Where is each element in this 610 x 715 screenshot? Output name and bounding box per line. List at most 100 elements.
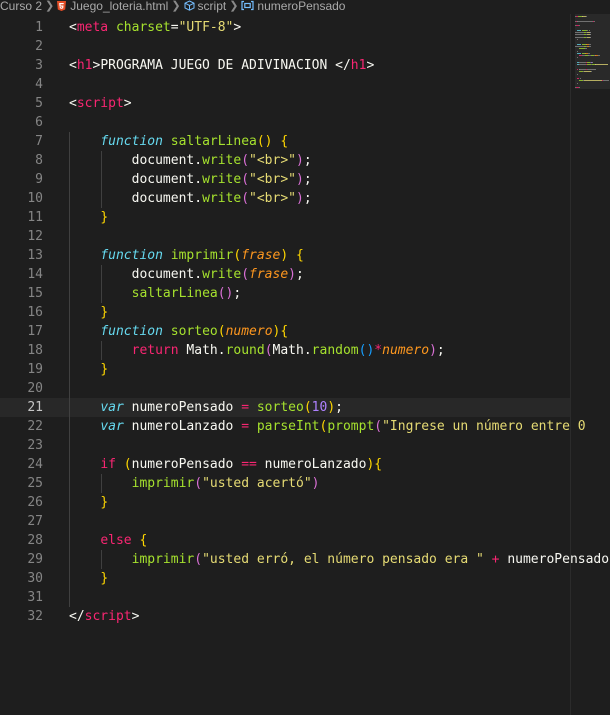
code-line[interactable]: 23	[0, 436, 570, 455]
code-line[interactable]: 13 function imprimir(frase) {	[0, 246, 570, 265]
code-line[interactable]: 30 }	[0, 569, 570, 588]
code-token: parseInt	[256, 419, 320, 434]
code-line[interactable]: 26 }	[0, 493, 570, 512]
code-token: (	[241, 153, 250, 168]
code-line[interactable]: 28 else {	[0, 531, 570, 550]
minimap[interactable]	[575, 14, 610, 715]
code-token: var	[100, 400, 124, 415]
code-line[interactable]: 24 if (numeroPensado == numeroLanzado){	[0, 455, 570, 474]
code-token: >	[366, 58, 375, 73]
line-text: if (numeroPensado == numeroLanzado){	[69, 455, 382, 474]
indent-guide	[101, 265, 102, 303]
line-text: <meta charset="UTF-8">	[69, 18, 241, 37]
code-line[interactable]: 17 function sorteo(numero){	[0, 322, 570, 341]
code-line[interactable]: 25 imprimir("usted acertó")	[0, 474, 570, 493]
minimap-token	[588, 29, 590, 31]
code-line[interactable]: 5 <script>	[0, 94, 570, 113]
code-token: ;	[303, 191, 312, 206]
code-token: =	[241, 419, 250, 434]
code-line[interactable]: 11 }	[0, 208, 570, 227]
code-token: h1	[76, 58, 93, 73]
code-line[interactable]: 6	[0, 113, 570, 132]
chevron-right-icon: ❯	[45, 0, 55, 12]
line-number: 25	[27, 476, 43, 491]
editor-scrollbar[interactable]	[570, 14, 571, 715]
code-token: random	[311, 343, 359, 358]
code-line[interactable]: 15 saltarLinea();	[0, 284, 570, 303]
code-line[interactable]: 18 return Math.round(Math.random()*numer…	[0, 341, 570, 360]
code-line[interactable]: 20	[0, 379, 570, 398]
minimap-token	[577, 57, 578, 59]
code-line[interactable]: 4	[0, 75, 570, 94]
code-token: sorteo	[256, 400, 304, 415]
code-line[interactable]: 7 function saltarLinea() {	[0, 132, 570, 151]
line-text: function saltarLinea() {	[69, 132, 288, 151]
code-line[interactable]: 19 }	[0, 360, 570, 379]
code-line[interactable]: 2	[0, 37, 570, 56]
code-token: saltarLinea	[170, 134, 257, 149]
cube-icon	[184, 0, 195, 11]
code-line[interactable]: 22 var numeroLanzado = parseInt(prompt("…	[0, 417, 585, 436]
code-line[interactable]: 10 document.write("<br>");	[0, 189, 570, 208]
line-text: function imprimir(frase) {	[69, 246, 304, 265]
line-text: imprimir("usted acertó")	[69, 474, 320, 493]
minimap-token	[578, 64, 586, 66]
code-editor[interactable]: 1 <meta charset="UTF-8"> 2 3 <h1>PROGRAMA JU…	[0, 14, 609, 715]
code-line[interactable]: 29 imprimir("usted erró, el número pensa…	[0, 550, 609, 569]
minimap-token	[589, 45, 591, 47]
code-token: (	[303, 400, 312, 415]
code-line[interactable]: 1 <meta charset="UTF-8">	[0, 18, 570, 37]
minimap-token	[583, 71, 591, 73]
code-token: (	[241, 172, 250, 187]
line-number: 9	[35, 172, 43, 187]
code-token: }	[100, 571, 109, 586]
minimap-token	[575, 36, 584, 38]
code-line[interactable]: 12	[0, 227, 570, 246]
chevron-right-icon: ❯	[229, 0, 239, 12]
code-line[interactable]: 9 document.write("<br>");	[0, 170, 570, 189]
line-text: document.write("<br>");	[69, 170, 312, 189]
code-line[interactable]: 27	[0, 512, 570, 531]
code-line[interactable]: 31	[0, 588, 570, 607]
code-line[interactable]: 21 var numeroPensado = sorteo(10);	[0, 398, 570, 417]
breadcrumb-folder[interactable]: Curso 2	[0, 0, 42, 12]
code-line[interactable]: 14 document.write(frase);	[0, 265, 570, 284]
line-text: saltarLinea();	[69, 284, 242, 303]
code-token: imprimir	[131, 476, 195, 491]
code-token: <	[69, 96, 77, 111]
code-token: Math.	[178, 343, 226, 358]
minimap-token	[585, 16, 587, 17]
code-token: )	[280, 248, 289, 263]
line-number: 21	[27, 400, 43, 415]
code-token: }	[100, 362, 109, 377]
code-token: (	[194, 552, 203, 567]
breadcrumb-file[interactable]: Juego_loteria.html	[57, 0, 168, 12]
breadcrumb-symbol-script[interactable]: script	[184, 0, 226, 12]
minimap-token	[577, 50, 578, 52]
line-number: 3	[35, 58, 43, 73]
code-token: return	[131, 343, 179, 358]
breadcrumb-symbol-variable[interactable]: numeroPensado	[241, 0, 345, 12]
code-token: ;	[335, 400, 343, 415]
code-token: script	[76, 96, 124, 111]
code-token: )	[296, 153, 304, 168]
code-token: document.	[69, 191, 203, 206]
code-line[interactable]: 3 <h1>PROGRAMA JUEGO DE ADIVINACION </h1>	[0, 56, 570, 75]
line-number: 7	[35, 134, 43, 149]
minimap-token	[602, 80, 609, 82]
line-number: 6	[35, 115, 43, 130]
minimap-token	[578, 25, 580, 27]
code-token: ;	[303, 172, 312, 187]
code-line[interactable]: 32 </script>	[0, 607, 570, 626]
code-line[interactable]: 8 document.write("<br>");	[0, 151, 570, 170]
chevron-right-icon: ❯	[171, 0, 181, 12]
code-token: document.	[69, 153, 203, 168]
code-line[interactable]: 16 }	[0, 303, 570, 322]
code-token: "UTF-8"	[178, 20, 234, 35]
